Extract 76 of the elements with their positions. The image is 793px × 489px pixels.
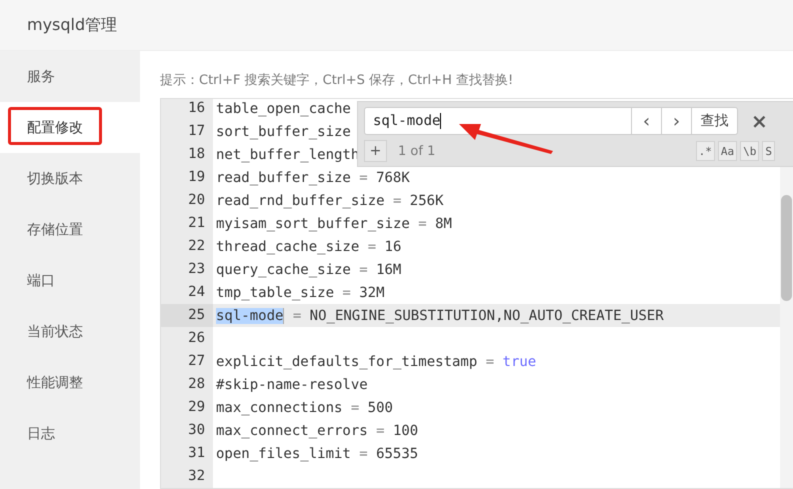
- line-number: 16: [187, 99, 206, 118]
- code-text: true: [502, 354, 536, 370]
- line-number: 23: [187, 260, 206, 279]
- sidebar-item[interactable]: 性能调整: [0, 357, 140, 408]
- code-text: 500: [368, 400, 393, 416]
- line-number: 26: [187, 329, 206, 348]
- sidebar-item[interactable]: 配置修改: [0, 102, 140, 153]
- add-button[interactable]: +: [364, 140, 387, 162]
- scrollbar[interactable]: [780, 167, 793, 488]
- code-text: =: [392, 192, 402, 208]
- line-number: 20: [187, 191, 206, 210]
- code-text: =: [418, 216, 427, 232]
- code-text: #skip-name-resolve: [216, 376, 368, 392]
- code-text: max_connections: [216, 400, 342, 416]
- code-text: =: [376, 422, 385, 438]
- line-number: 30: [187, 421, 206, 440]
- code-text: 16M: [376, 262, 402, 278]
- code-text: 768K: [376, 170, 410, 186]
- line-number: 19: [187, 168, 206, 187]
- line-number: 27: [187, 352, 206, 371]
- code-text: thread_cache_size: [216, 238, 360, 254]
- line-number: 28: [187, 375, 206, 394]
- code-text: explicit_defaults_for_timestamp: [216, 354, 478, 370]
- search-field[interactable]: sql-mode: [364, 107, 632, 135]
- line-number: 32: [187, 467, 206, 486]
- code-text: query_cache_size: [216, 262, 351, 278]
- option-toggle[interactable]: .*: [696, 141, 715, 161]
- sidebar-item[interactable]: 切换版本: [0, 153, 140, 204]
- option-toggle[interactable]: S: [762, 141, 775, 161]
- hint-text: 提示：Ctrl+F 搜索关键字，Ctrl+S 保存，Ctrl+H 查找替换!: [160, 72, 514, 90]
- line-number: 18: [187, 145, 206, 164]
- option-toggle[interactable]: \b: [740, 141, 760, 161]
- code-text: =: [292, 308, 302, 324]
- code-text: read_rnd_buffer_size: [216, 192, 385, 208]
- line-number: 22: [187, 237, 206, 256]
- code-text: max_connect_errors: [216, 422, 368, 438]
- code-text: 16: [384, 238, 402, 254]
- next-button[interactable]: ›: [662, 107, 692, 135]
- sidebar-item[interactable]: 存储位置: [0, 204, 140, 255]
- code-text: =: [359, 262, 368, 278]
- code-text: =: [359, 170, 368, 186]
- line-number: 29: [187, 398, 206, 417]
- code-text: =: [368, 238, 376, 254]
- sidebar-item[interactable]: 日志: [0, 408, 140, 459]
- code-text: net_buffer_length: [216, 146, 360, 162]
- close-button[interactable]: ×: [747, 111, 772, 131]
- code-text: 256K: [410, 192, 444, 208]
- code-text: =: [350, 400, 360, 416]
- sidebar-item[interactable]: 服务: [0, 51, 140, 102]
- line-number: 24: [187, 283, 206, 302]
- find-button[interactable]: 查找: [692, 107, 738, 135]
- code-text: sort_buffer_size: [216, 124, 351, 140]
- code-text: 100: [392, 422, 418, 438]
- code-text: NO_ENGINE_SUBSTITUTION,NO_AUTO_CREATE_USER: [310, 308, 664, 324]
- code-text: 32M: [359, 284, 385, 300]
- code-text: myisam_sort_buffer_size: [216, 216, 410, 232]
- code-text: 65535: [376, 446, 418, 462]
- code-text: tmp_table_size: [216, 284, 334, 300]
- line-number: 17: [187, 122, 206, 141]
- window-title: mysqld管理: [27, 14, 118, 36]
- match-count: 1 of 1: [398, 144, 436, 158]
- code-text: =: [342, 284, 351, 300]
- line-number: 21: [187, 214, 206, 233]
- code-text: table_open_cache: [216, 100, 351, 116]
- sidebar-item[interactable]: 端口: [0, 255, 140, 306]
- code-text: sql-mode: [216, 308, 284, 324]
- line-number: 25: [161, 304, 213, 327]
- code-text: =: [359, 446, 368, 462]
- option-toggle[interactable]: Aa: [718, 141, 738, 161]
- code-text: 8M: [435, 216, 452, 232]
- code-text: read_buffer_size: [216, 170, 351, 186]
- sidebar-item[interactable]: 当前状态: [0, 306, 140, 357]
- previous-button[interactable]: ‹: [632, 107, 662, 135]
- line-number: 31: [187, 444, 206, 463]
- code-text: =: [486, 354, 494, 370]
- code-text: open_files_limit: [216, 446, 351, 462]
